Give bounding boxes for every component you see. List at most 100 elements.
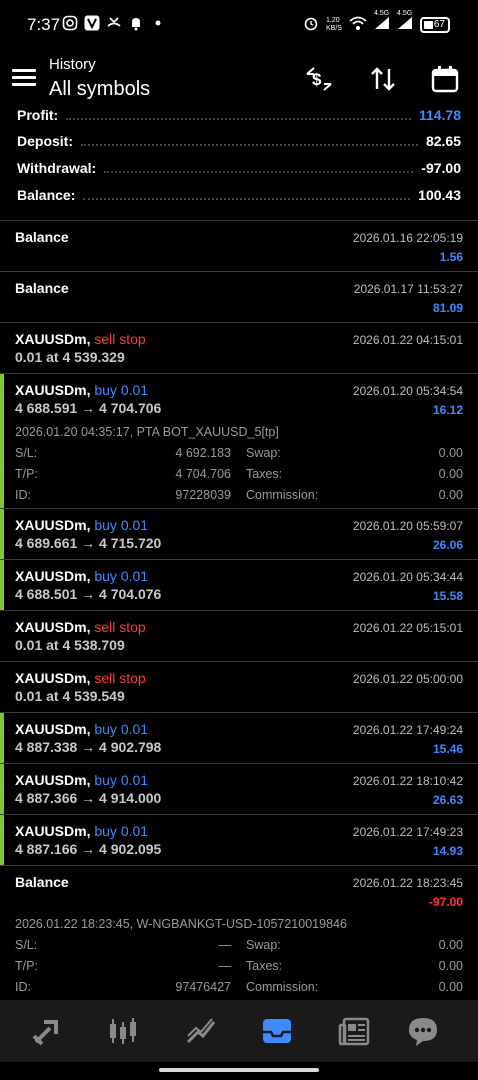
history-item-order[interactable]: XAUUSDm, sell stop 0.01 at 4 539.329 202…: [0, 323, 478, 373]
item-time: 2026.01.22 05:00:00: [352, 672, 463, 686]
item-title: Balance: [15, 280, 69, 296]
item-price: 4 689.661 → 4 715.720: [15, 535, 162, 551]
history-item-balance[interactable]: Balance 2026.01.17 11:53:27 81.09: [0, 272, 478, 322]
item-time: 2026.01.20 05:59:07: [352, 519, 463, 533]
profit-accent-bar: [0, 560, 4, 610]
taxes-value: 0.00: [438, 467, 463, 481]
item-action: buy 0.01: [94, 568, 149, 584]
item-title: XAUUSDm, buy 0.01: [15, 721, 148, 737]
item-title: XAUUSDm, sell stop: [15, 670, 146, 686]
item-value: 15.46: [432, 742, 463, 756]
tp-value: 4 704.706: [175, 467, 231, 481]
item-symbol: XAUUSDm,: [15, 331, 91, 347]
dot-icon: [150, 15, 166, 31]
item-time: 2026.01.16 22:05:19: [352, 231, 463, 245]
item-action: buy 0.01: [94, 721, 149, 737]
item-value: 26.63: [432, 793, 463, 807]
item-value: 81.09: [432, 301, 463, 315]
history-item-deal[interactable]: XAUUSDm, buy 0.01 4 689.661 → 4 715.720 …: [0, 509, 478, 559]
deposit-value: 82.65: [425, 133, 461, 149]
item-time: 2026.01.22 04:15:01: [352, 333, 463, 347]
chat-icon[interactable]: [406, 1014, 440, 1048]
calendar-icon[interactable]: [430, 64, 460, 94]
item-value: 14.93: [432, 844, 463, 858]
commission-value: 0.00: [438, 488, 463, 502]
status-bar: 7:37 1.20 KB/S 4.5G 4.5G 67: [0, 0, 478, 50]
detail-row: S/L: — Swap: 0.00: [15, 938, 463, 959]
sl-value: —: [218, 938, 232, 952]
missed-call-icon: [106, 15, 122, 31]
trend-chart-icon[interactable]: [184, 1014, 218, 1048]
item-time: 2026.01.22 18:10:42: [352, 774, 463, 788]
item-price: 0.01 at 4 539.549: [15, 688, 125, 704]
item-value: 1.56: [439, 250, 463, 264]
item-time: 2026.01.20 05:34:44: [352, 570, 463, 584]
taxes-value: 0.00: [438, 959, 463, 973]
history-item-deal[interactable]: XAUUSDm, buy 0.01 4 887.338 → 4 902.798 …: [0, 713, 478, 763]
history-item-deal-expanded[interactable]: XAUUSDm, buy 0.01 4 688.591 → 4 704.706 …: [0, 374, 478, 508]
id-value: 97476427: [175, 980, 231, 994]
detail-row: S/L: 4 692.183 Swap: 0.00: [15, 446, 463, 467]
item-symbol: XAUUSDm,: [15, 670, 91, 686]
item-title: Balance: [15, 874, 69, 890]
history-item-deal[interactable]: XAUUSDm, buy 0.01 4 688.501 → 4 704.076 …: [0, 560, 478, 610]
item-price: 0.01 at 4 538.709: [15, 637, 125, 653]
trade-arrows-icon[interactable]: [30, 1014, 64, 1048]
tp-value: —: [218, 959, 232, 973]
item-title: XAUUSDm, buy 0.01: [15, 382, 148, 398]
history-item-deal[interactable]: XAUUSDm, buy 0.01 4 887.366 → 4 914.000 …: [0, 764, 478, 814]
detail-row: T/P: 4 704.706 Taxes: 0.00: [15, 467, 463, 488]
item-action: sell stop: [94, 331, 146, 347]
dotted-leader: [81, 144, 418, 146]
summary-withdrawal-row: Withdrawal: -97.00: [17, 155, 461, 181]
item-time: 2026.01.22 05:15:01: [352, 621, 463, 635]
history-item-order[interactable]: XAUUSDm, sell stop 0.01 at 4 538.709 202…: [0, 611, 478, 661]
net-speed: 1.20 KB/S: [326, 16, 342, 32]
item-action: sell stop: [94, 619, 146, 635]
item-title: XAUUSDm, sell stop: [15, 619, 146, 635]
commission-label: Commission:: [246, 488, 319, 502]
signal-icon-2: 4.5G: [397, 10, 413, 33]
swap-value: 0.00: [438, 446, 463, 460]
item-title: XAUUSDm, buy 0.01: [15, 517, 148, 533]
history-item-order[interactable]: XAUUSDm, sell stop 0.01 at 4 539.549 202…: [0, 662, 478, 712]
alarm-icon: [303, 15, 319, 34]
item-value: -97.00: [428, 895, 463, 909]
summary-profit-row: Profit: 114.78: [17, 106, 461, 128]
profit-accent-bar: [0, 713, 4, 763]
item-time: 2026.01.22 17:49:23: [352, 825, 463, 839]
summary-balance-row: Balance: 100.43: [17, 182, 461, 208]
status-right-icons: 1.20 KB/S 4.5G 4.5G 67: [303, 10, 450, 34]
battery-icon: 67: [420, 16, 450, 33]
item-title: XAUUSDm, sell stop: [15, 331, 146, 347]
news-icon[interactable]: [338, 1014, 372, 1048]
deposit-label: Deposit:: [17, 133, 73, 149]
status-time: 7:37: [27, 15, 61, 34]
svg-text:$: $: [312, 70, 322, 89]
sort-arrows-icon[interactable]: [368, 64, 398, 94]
instagram-icon: [62, 15, 78, 31]
symbols-filter[interactable]: All symbols: [49, 78, 150, 101]
item-action: buy 0.01: [94, 382, 149, 398]
commission-value: 0.00: [438, 980, 463, 994]
home-indicator[interactable]: [159, 1068, 319, 1072]
candlestick-chart-icon[interactable]: [106, 1014, 140, 1048]
withdrawal-value: -97.00: [421, 160, 461, 176]
page-title: History: [49, 56, 96, 73]
hamburger-menu-icon[interactable]: [12, 69, 36, 87]
dotted-leader: [83, 198, 411, 200]
history-item-balance[interactable]: Balance 2026.01.16 22:05:19 1.56: [0, 221, 478, 271]
currency-exchange-icon[interactable]: $: [304, 64, 334, 94]
item-time: 2026.01.22 17:49:24: [352, 723, 463, 737]
profit-accent-bar: [0, 815, 4, 865]
history-item-balance-expanded[interactable]: Balance 2026.01.22 18:23:45 -97.00 2026.…: [0, 866, 478, 1000]
profit-accent-bar: [0, 764, 4, 814]
item-symbol: XAUUSDm,: [15, 721, 91, 737]
item-title: XAUUSDm, buy 0.01: [15, 772, 148, 788]
item-title: XAUUSDm, buy 0.01: [15, 823, 148, 839]
bottom-navigation: [0, 1000, 478, 1062]
history-item-deal[interactable]: XAUUSDm, buy 0.01 4 887.166 → 4 902.095 …: [0, 815, 478, 865]
vivaldi-icon: [84, 15, 100, 31]
history-inbox-icon[interactable]: [260, 1014, 294, 1048]
profit-accent-bar: [0, 509, 4, 559]
